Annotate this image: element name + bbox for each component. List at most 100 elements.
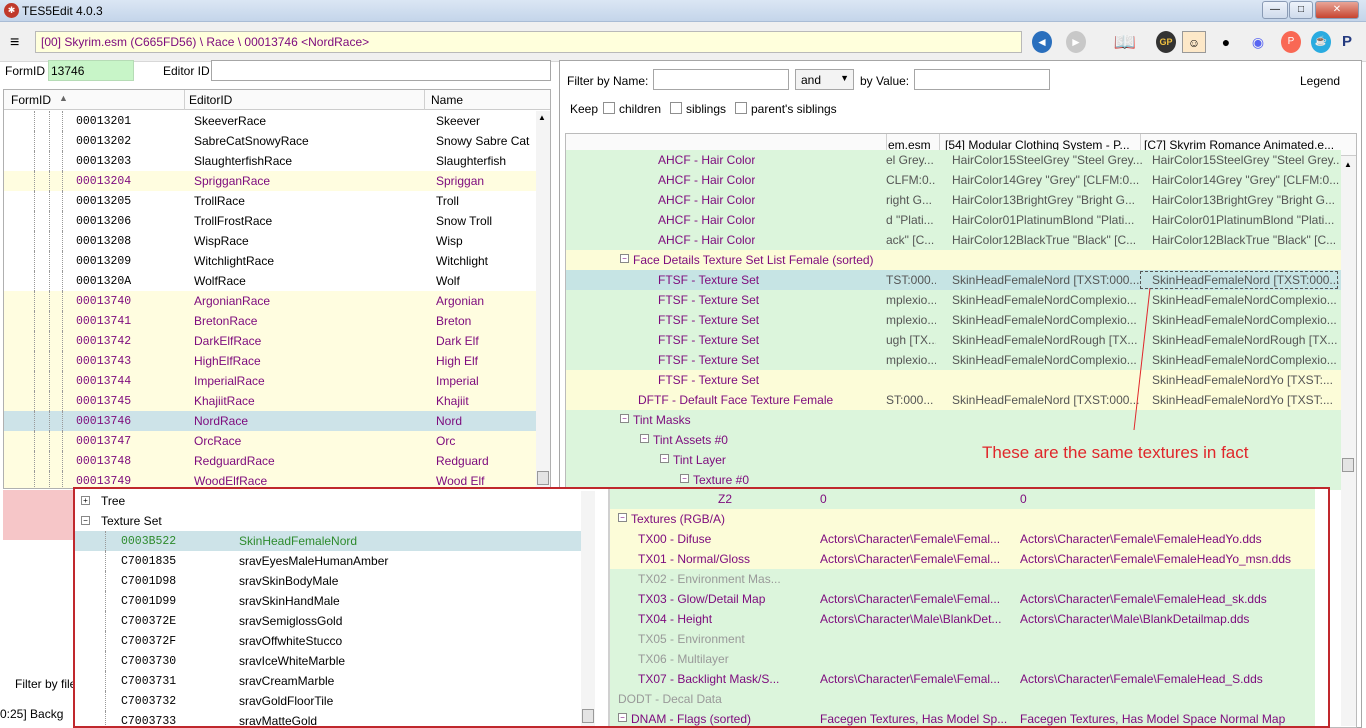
col-divider[interactable] [424,90,425,110]
table-row[interactable]: 00013743 HighElfRace High Elf [4,351,536,371]
table-row[interactable]: 00013745 KhajiitRace Khajiit [4,391,536,411]
table-row[interactable]: C700372F sravOffwhiteStucco [75,631,587,651]
scroll-thumb[interactable] [537,471,549,485]
field-row[interactable]: − Textures (RGB/A) [610,509,1315,529]
field-row[interactable]: FTSF - Texture Set ugh [TX... SkinHeadFema… [566,330,1341,350]
collapse-toggle-icon[interactable]: − [618,713,627,722]
table-row[interactable]: C700372E sravSemiglossGold [75,611,587,631]
keep-parents-siblings-checkbox[interactable] [735,102,747,114]
field-row[interactable]: − Tint Masks [566,410,1341,430]
table-row[interactable]: C7003732 sravGoldFloorTile [75,691,587,711]
table-row[interactable]: 0003B522 SkinHeadFemaleNord [75,531,587,551]
field-row[interactable]: − Face Details Texture Set List Female (s… [566,250,1341,270]
scroll-thumb[interactable] [1342,458,1354,472]
keep-siblings-checkbox[interactable] [670,102,682,114]
field-row[interactable]: TX07 - Backlight Mask/S... Actors\Charact… [610,669,1315,689]
scroll-up-icon[interactable]: ▲ [1344,160,1352,169]
table-row[interactable]: 00013746 NordRace Nord [4,411,536,431]
filter-name-input[interactable] [653,69,789,90]
table-row[interactable]: C7003730 sravIceWhiteMarble [75,651,587,671]
col-divider[interactable] [184,90,185,110]
collapse-toggle-icon[interactable]: − [660,454,669,463]
field-row[interactable]: TX00 - Difuse Actors\Character\Female\Fem… [610,529,1315,549]
field-row[interactable]: AHCF - Hair Color right G... HairColor13Br… [566,190,1341,210]
table-row[interactable]: 00013204 SprigganRace Spriggan [4,171,536,191]
inset-scrollbar[interactable] [581,491,595,726]
table-row[interactable]: 0001320A WolfRace Wolf [4,271,536,291]
tree-node[interactable]: + Tree [75,491,587,511]
collapse-toggle-icon[interactable]: − [620,414,629,423]
compare-grid-scrollbar[interactable]: ▲ [1341,156,1356,726]
and-or-select[interactable]: and ▼ [795,69,854,90]
keep-children-checkbox[interactable] [603,102,615,114]
col-formid-header[interactable]: FormID [11,93,51,107]
maximize-button[interactable]: □ [1289,1,1313,19]
field-row[interactable]: FTSF - Texture Set SkinHeadFemaleNordYo [… [566,370,1341,390]
field-row[interactable]: AHCF - Hair Color ack" [C... HairColor12Bl… [566,230,1341,250]
paypal-icon[interactable]: P [1337,31,1357,53]
collapse-toggle-icon[interactable]: − [618,513,627,522]
field-row[interactable]: FTSF - Texture Set mplexio... SkinHeadFema… [566,310,1341,330]
collapse-toggle-icon[interactable]: − [640,434,649,443]
field-row[interactable]: FTSF - Texture Set mplexio... SkinHeadFema… [566,350,1341,370]
close-button[interactable]: ✕ [1315,1,1359,19]
col-name-header[interactable]: Name [431,93,463,107]
table-row[interactable]: 00013209 WitchlightRace Witchlight [4,251,536,271]
table-row[interactable]: 00013740 ArgonianRace Argonian [4,291,536,311]
field-row[interactable]: TX06 - Multilayer [610,649,1315,669]
field-row[interactable]: TX05 - Environment [610,629,1315,649]
editorid-field[interactable] [211,60,551,81]
cat-icon[interactable]: ☺ [1182,31,1206,53]
table-row[interactable]: C7001D99 sravSkinHandMale [75,591,587,611]
gp-icon[interactable]: GP [1156,31,1176,53]
back-icon[interactable]: ◄ [1032,31,1052,53]
record-list-scrollbar[interactable]: ▲ [536,111,550,488]
field-row[interactable]: TX04 - Height Actors\Character\Male\Blank… [610,609,1315,629]
table-row[interactable]: 00013205 TrollRace Troll [4,191,536,211]
field-row[interactable]: AHCF - Hair Color el Grey... HairColor15St… [566,150,1341,170]
table-row[interactable]: 00013748 RedguardRace Redguard [4,451,536,471]
table-row[interactable]: 00013744 ImperialRace Imperial [4,371,536,391]
hamburger-menu-icon[interactable]: ≡ [10,35,19,51]
field-row[interactable]: TX02 - Environment Mas... [610,569,1315,589]
patreon-icon[interactable]: P [1281,31,1301,53]
collapse-toggle-icon[interactable]: − [680,474,689,483]
table-row[interactable]: 00013208 WispRace Wisp [4,231,536,251]
expand-toggle-icon[interactable]: − [81,516,90,525]
kofi-icon[interactable]: ☕ [1311,31,1331,53]
table-row[interactable]: 00013202 SabreCatSnowyRace Snowy Sabre Cat [4,131,536,151]
table-row[interactable]: 00013742 DarkElfRace Dark Elf [4,331,536,351]
field-row[interactable]: TX03 - Glow/Detail Map Actors\Character\F… [610,589,1315,609]
formid-field[interactable]: 13746 [48,60,134,81]
field-row[interactable]: FTSF - Texture Set mplexio... SkinHeadFema… [566,290,1341,310]
field-row[interactable]: AHCF - Hair Color CLFM:0... HairColor14Gre… [566,170,1341,190]
legend-button[interactable]: Legend [1300,74,1340,88]
table-row[interactable]: 00013741 BretonRace Breton [4,311,536,331]
field-row[interactable]: AHCF - Hair Color d "Plati... HairColor01P… [566,210,1341,230]
expand-toggle-icon[interactable]: + [81,496,90,505]
navigation-path-bar[interactable]: [00] Skyrim.esm (C665FD56) \ Race \ 0001… [35,31,1022,53]
field-row[interactable]: DFTF - Default Face Texture Female ST:000… [566,390,1341,410]
collapse-toggle-icon[interactable]: − [620,254,629,263]
book-icon[interactable]: 📖 [1103,31,1147,53]
scroll-thumb[interactable] [582,709,594,723]
table-row[interactable]: 00013206 TrollFrostRace Snow Troll [4,211,536,231]
table-row[interactable]: C7001D98 sravSkinBodyMale [75,571,587,591]
table-row[interactable]: C7003731 sravCreamMarble [75,671,587,691]
table-row[interactable]: C7003733 sravMatteGold [75,711,587,726]
field-row[interactable]: Z2 0 0 [610,489,1315,509]
discord-icon[interactable]: ◉ [1248,31,1268,53]
table-row[interactable]: C7001835 sravEyesMaleHumanAmber [75,551,587,571]
filter-value-input[interactable] [914,69,1050,90]
table-row[interactable]: 00013201 SkeeverRace Skeever [4,111,536,131]
forward-icon[interactable]: ► [1066,31,1086,53]
table-row[interactable]: 00013747 OrcRace Orc [4,431,536,451]
tree-node[interactable]: − Texture Set [75,511,587,531]
github-icon[interactable]: ● [1216,31,1236,53]
record-list[interactable]: FormID ▲ EditorID Name 00013201 SkeeverRa… [3,89,551,489]
field-row[interactable]: − DNAM - Flags (sorted) Facegen Textures, … [610,709,1315,726]
field-row[interactable]: TX01 - Normal/Gloss Actors\Character\Fema… [610,549,1315,569]
field-row[interactable]: DODT - Decal Data [610,689,1315,709]
col-editorid-header[interactable]: EditorID [189,93,232,107]
table-row[interactable]: 00013203 SlaughterfishRace Slaughterfish [4,151,536,171]
